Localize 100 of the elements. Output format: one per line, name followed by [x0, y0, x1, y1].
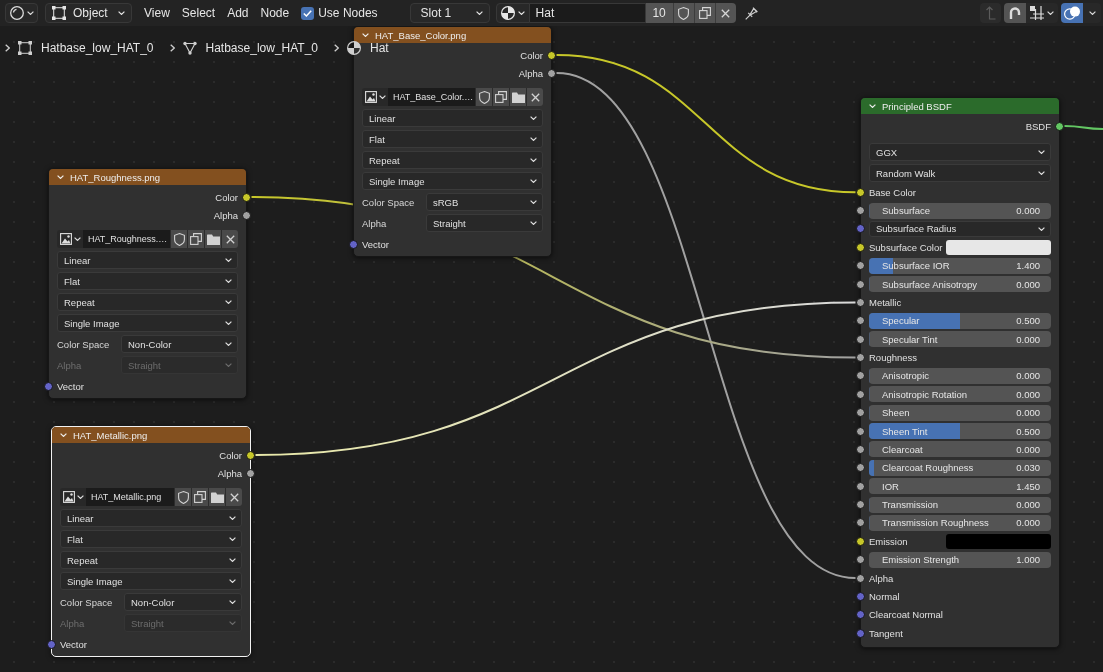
- value-slider[interactable]: Transmission 0.000: [869, 496, 1051, 513]
- node-link[interactable]: [555, 54, 857, 194]
- socket-icon[interactable]: [246, 468, 255, 478]
- overlay-dropdown[interactable]: [1083, 3, 1101, 23]
- caret-icon: [26, 11, 34, 15]
- value-slider[interactable]: Specular 0.500: [869, 312, 1051, 329]
- value-slider[interactable]: Sheen Tint 0.500: [869, 423, 1051, 440]
- fake-user-button[interactable]: [174, 488, 191, 506]
- unlink-button[interactable]: [225, 488, 242, 506]
- caret-icon: [530, 137, 537, 141]
- value-slider[interactable]: Clearcoat Roughness 0.030: [869, 459, 1051, 476]
- menu-item[interactable]: Select: [175, 3, 222, 23]
- checkbox[interactable]: [301, 6, 315, 20]
- number-field[interactable]: IOR 1.450: [869, 478, 1051, 495]
- caret-icon: [118, 11, 125, 15]
- projection-dropdown[interactable]: Flat: [57, 272, 238, 290]
- open-file-button[interactable]: [208, 488, 225, 506]
- grid-icon: [1030, 6, 1044, 20]
- editor-type-dropdown[interactable]: [5, 3, 38, 23]
- open-file-button[interactable]: [509, 88, 526, 106]
- value-slider[interactable]: Subsurface Anisotropy 0.000: [869, 276, 1051, 293]
- open-file-button[interactable]: [204, 230, 221, 248]
- fake-user-button[interactable]: [672, 3, 694, 23]
- value-slider[interactable]: Sheen 0.000: [869, 404, 1051, 421]
- unlink-button[interactable]: [221, 230, 238, 248]
- value-slider[interactable]: Clearcoat 0.000: [869, 441, 1051, 458]
- snap-toggle[interactable]: [1004, 3, 1026, 23]
- socket-label: Color: [219, 449, 242, 461]
- duplicate-button[interactable]: [187, 230, 204, 248]
- socket-icon[interactable]: [242, 192, 251, 202]
- color-swatch[interactable]: [946, 533, 1051, 549]
- slot-dropdown[interactable]: Slot 1: [409, 3, 490, 23]
- copy-icon: [194, 491, 206, 503]
- copy-icon: [190, 233, 202, 245]
- magnet-icon: [1008, 6, 1022, 20]
- extension-dropdown[interactable]: Repeat: [57, 293, 238, 311]
- menu-item[interactable]: Add: [221, 3, 255, 23]
- close-icon: [225, 234, 235, 244]
- node-link[interactable]: [254, 301, 857, 456]
- unlink-button[interactable]: [714, 3, 736, 23]
- menu-item[interactable]: Node: [254, 3, 296, 23]
- vector-dropdown[interactable]: Subsurface Radius: [869, 220, 1051, 237]
- snap-mode-dropdown[interactable]: [1026, 3, 1058, 23]
- alpha-dropdown[interactable]: Straight: [426, 214, 543, 232]
- sphere-icon: [347, 41, 362, 55]
- image-browse-button[interactable]: [57, 230, 83, 248]
- socket-label: Tangent: [869, 627, 903, 639]
- socket-label: Clearcoat Normal: [869, 609, 943, 621]
- color-space-dropdown[interactable]: sRGB: [426, 193, 543, 211]
- source-dropdown[interactable]: Single Image: [362, 172, 543, 190]
- value-slider[interactable]: Specular Tint 0.000: [869, 331, 1051, 348]
- extension-dropdown[interactable]: Repeat: [362, 151, 543, 169]
- shader-node[interactable]: [860, 97, 1060, 649]
- field-label: Color Space: [362, 196, 416, 208]
- subsurface-method-dropdown[interactable]: Random Walk: [869, 164, 1051, 182]
- image-name-field[interactable]: HAT_Base_Color.…: [388, 88, 475, 106]
- socket-icon[interactable]: [1055, 121, 1064, 131]
- caret-icon: [530, 221, 537, 225]
- socket-label: Roughness: [869, 352, 918, 364]
- color-space-dropdown[interactable]: Non-Color: [121, 335, 238, 353]
- fake-user-button[interactable]: [170, 230, 187, 248]
- checkbox-label[interactable]: Use Nodes: [318, 6, 378, 20]
- value-slider[interactable]: Transmission Roughness 0.000: [869, 514, 1051, 531]
- mode-dropdown[interactable]: Object: [45, 3, 132, 23]
- unlink-button[interactable]: [526, 88, 543, 106]
- image-browse-button[interactable]: [362, 88, 388, 106]
- node-link[interactable]: [1063, 125, 1103, 130]
- duplicate-button[interactable]: [492, 88, 509, 106]
- image-name-field[interactable]: HAT_Metallic.png: [86, 488, 174, 506]
- number-field[interactable]: Emission Strength 1.000: [869, 551, 1051, 568]
- interpolation-dropdown[interactable]: Linear: [362, 109, 543, 127]
- color-space-dropdown[interactable]: Non-Color: [124, 593, 242, 611]
- socket-icon[interactable]: [246, 450, 255, 460]
- socket-label: Color: [215, 191, 238, 203]
- user-count-button[interactable]: 10: [645, 3, 673, 23]
- projection-dropdown[interactable]: Flat: [362, 130, 543, 148]
- material-browse-button[interactable]: [495, 3, 530, 23]
- source-dropdown[interactable]: Single Image: [60, 572, 242, 590]
- node-link[interactable]: [555, 72, 857, 580]
- value-slider[interactable]: Anisotropic Rotation 0.000: [869, 386, 1051, 403]
- fake-user-button[interactable]: [475, 88, 492, 106]
- duplicate-button[interactable]: [191, 488, 208, 506]
- projection-dropdown[interactable]: Flat: [60, 530, 242, 548]
- image-icon: [59, 233, 72, 245]
- overlay-toggle[interactable]: [1061, 3, 1083, 23]
- value-slider[interactable]: Subsurface 0.000: [869, 202, 1051, 219]
- caret-icon: [229, 621, 236, 625]
- duplicate-button[interactable]: [693, 3, 715, 23]
- interpolation-dropdown[interactable]: Linear: [57, 251, 238, 269]
- image-browse-button[interactable]: [60, 488, 86, 506]
- material-name-field[interactable]: Hat: [529, 3, 646, 23]
- extension-dropdown[interactable]: Repeat: [60, 551, 242, 569]
- source-dropdown[interactable]: Single Image: [57, 314, 238, 332]
- interpolation-dropdown[interactable]: Linear: [60, 509, 242, 527]
- image-name-field[interactable]: HAT_Roughness.…: [83, 230, 170, 248]
- menu-item[interactable]: View: [138, 3, 176, 23]
- value-slider[interactable]: Anisotropic 0.000: [869, 367, 1051, 384]
- color-swatch[interactable]: [946, 239, 1051, 255]
- socket-icon[interactable]: [242, 210, 251, 220]
- distribution-dropdown[interactable]: GGX: [869, 143, 1051, 161]
